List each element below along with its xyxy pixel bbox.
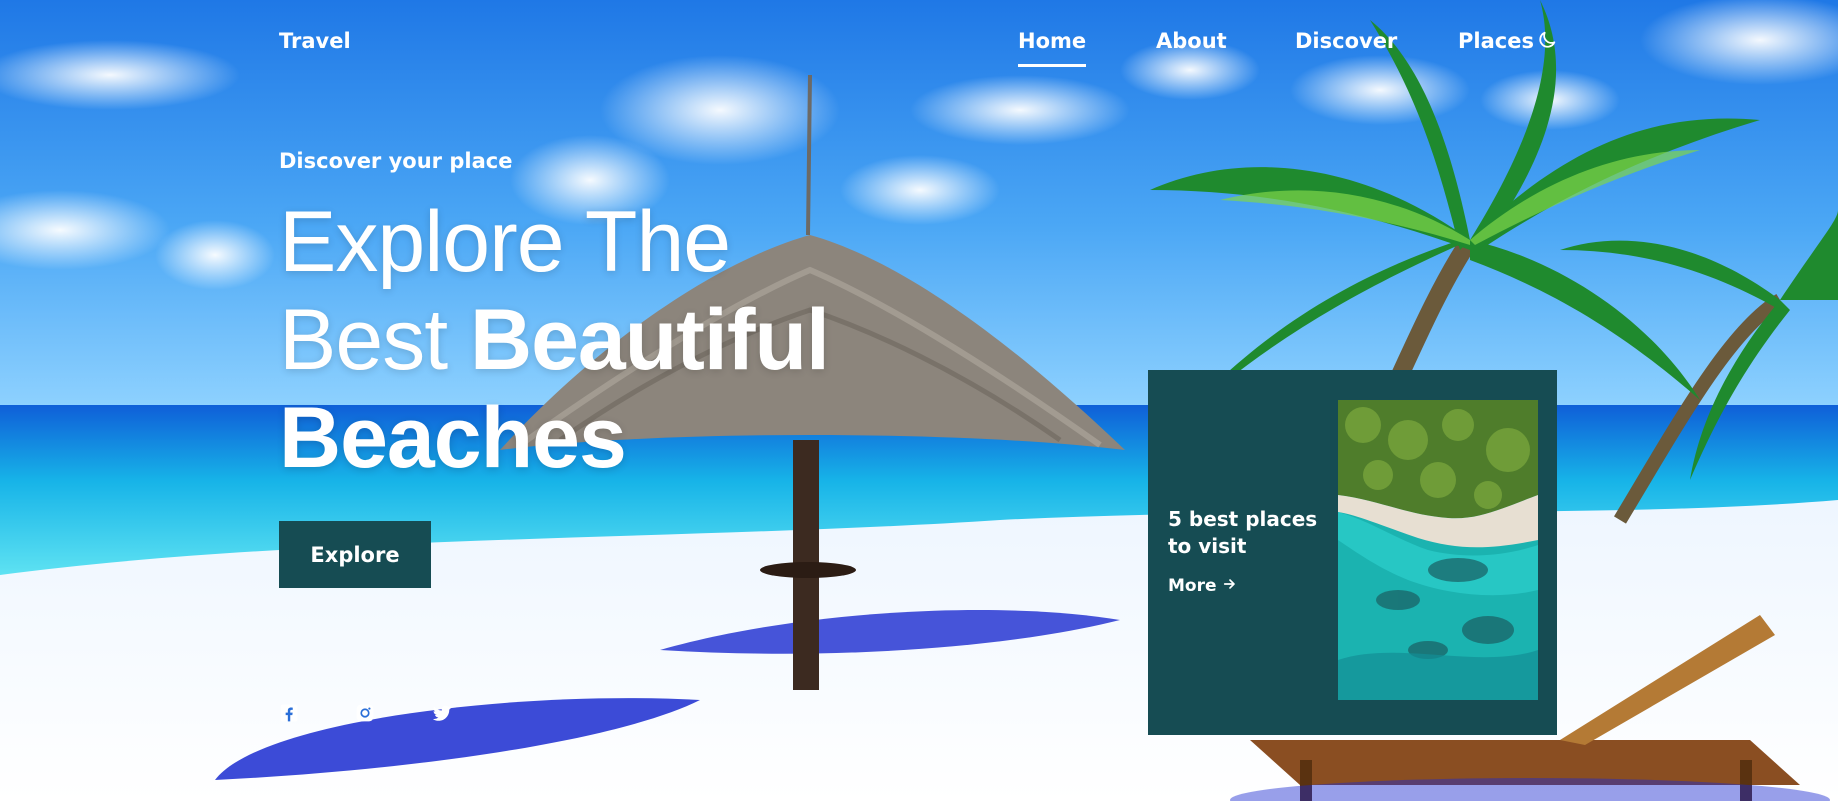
social-links bbox=[279, 703, 453, 725]
hero-title: Explore The Best Beautiful Beaches bbox=[279, 193, 999, 487]
hero-title-line-1: Explore The bbox=[279, 194, 731, 290]
nav-about[interactable]: About bbox=[1156, 29, 1227, 53]
explore-button[interactable]: Explore bbox=[279, 521, 431, 588]
card-image bbox=[1338, 400, 1538, 700]
hero-subtitle: Discover your place bbox=[279, 149, 513, 173]
instagram-icon[interactable] bbox=[355, 703, 377, 725]
hero-title-line-2: Best bbox=[279, 292, 470, 388]
card-title: 5 best places to visit bbox=[1168, 507, 1318, 558]
hero-title-bold-1: Beautiful bbox=[469, 292, 830, 388]
card-more-label: More bbox=[1168, 576, 1217, 596]
hero-section: Discover your place Explore The Best Bea… bbox=[279, 145, 999, 588]
featured-places-card[interactable]: 5 best places to visit More bbox=[1148, 370, 1557, 735]
moon-icon[interactable] bbox=[1536, 29, 1560, 53]
nav-places[interactable]: Places bbox=[1458, 29, 1534, 53]
facebook-icon[interactable] bbox=[279, 703, 301, 725]
logo[interactable]: Travel bbox=[279, 29, 351, 53]
top-navigation: Travel Home About Discover Places bbox=[0, 0, 1838, 84]
hero-title-bold-2: Beaches bbox=[279, 390, 627, 486]
twitter-icon[interactable] bbox=[431, 703, 453, 725]
nav-home[interactable]: Home bbox=[1018, 29, 1087, 67]
card-more-link[interactable]: More bbox=[1168, 576, 1237, 596]
nav-discover[interactable]: Discover bbox=[1295, 29, 1397, 53]
arrow-right-icon bbox=[1223, 576, 1237, 596]
